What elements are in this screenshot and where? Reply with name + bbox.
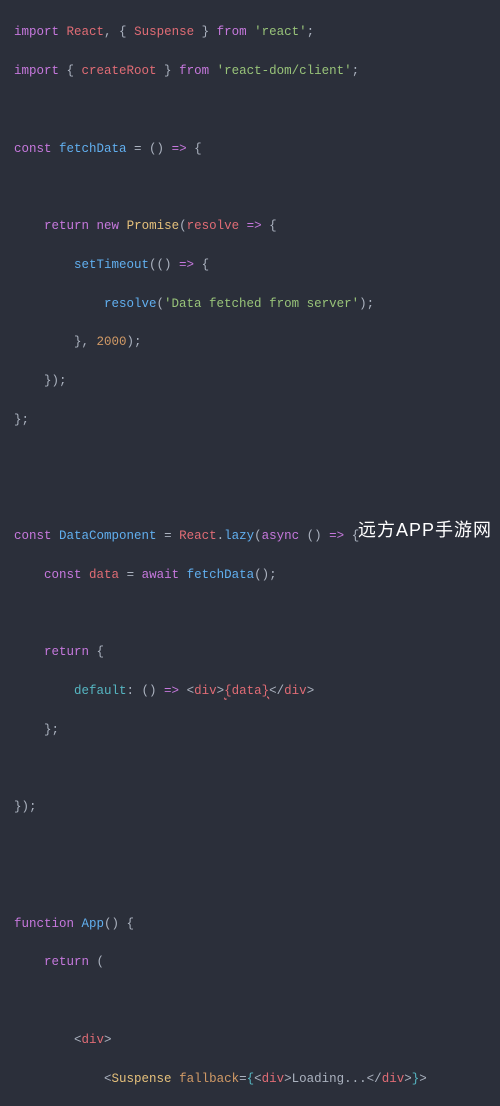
code-line: return ( (14, 953, 500, 972)
code-line: }); (14, 798, 500, 817)
code-line: }); (14, 372, 500, 391)
blank-line (14, 992, 500, 1011)
code-line: resolve('Data fetched from server'); (14, 295, 500, 314)
code-line: setTimeout(() => { (14, 256, 500, 275)
blank-line (14, 178, 500, 197)
code-line: return { (14, 643, 500, 662)
blank-line (14, 837, 500, 856)
blank-line (14, 450, 500, 469)
blank-line (14, 488, 500, 507)
blank-line (14, 876, 500, 895)
code-line: <div> (14, 1031, 500, 1050)
code-editor-content[interactable]: import React, { Suspense } from 'react';… (14, 4, 500, 1106)
code-line: const DataComponent = React.lazy(async (… (14, 527, 500, 546)
code-line: return new Promise(resolve => { (14, 217, 500, 236)
code-line: <Suspense fallback={<div>Loading...</div… (14, 1070, 500, 1089)
code-line: function App() { (14, 915, 500, 934)
blank-line (14, 101, 500, 120)
code-line: }, 2000); (14, 333, 500, 352)
code-line: }; (14, 721, 500, 740)
blank-line (14, 760, 500, 779)
blank-line (14, 605, 500, 624)
code-line: default: () => <div>{data}</div> (14, 682, 500, 701)
code-line: const data = await fetchData(); (14, 566, 500, 585)
code-line: import React, { Suspense } from 'react'; (14, 23, 500, 42)
code-line: import { createRoot } from 'react-dom/cl… (14, 62, 500, 81)
code-line: const fetchData = () => { (14, 140, 500, 159)
code-line: }; (14, 411, 500, 430)
